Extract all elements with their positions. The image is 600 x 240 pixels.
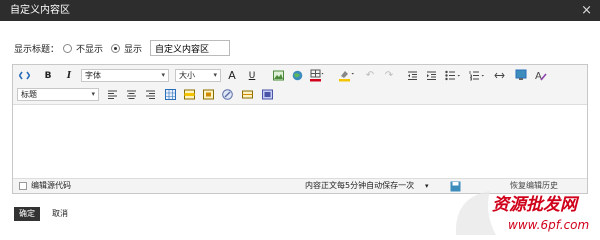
bold-button[interactable]: B [43, 69, 53, 83]
numbered-list-icon[interactable] [469, 70, 487, 81]
preview-icon[interactable] [515, 69, 527, 81]
font-color-a-icon[interactable]: A [227, 69, 237, 83]
rich-text-editor: B I 字体 ▾ 大小 ▾ A U ↶ ↷ A 标题 ▾ 编辑源代码 内容正文每… [12, 64, 588, 194]
editor-toolbar: B I 字体 ▾ 大小 ▾ A U ↶ ↷ A 标题 ▾ [13, 65, 587, 105]
bullet-list-icon[interactable] [445, 70, 463, 81]
close-icon[interactable]: × [581, 0, 592, 21]
title-input[interactable] [150, 40, 231, 56]
svg-text:www.6pf.com: www.6pf.com [508, 218, 589, 232]
link-icon[interactable] [222, 89, 233, 100]
redo-icon[interactable]: ↷ [384, 69, 394, 83]
radio-show-label: 显示 [124, 44, 143, 55]
template-icon[interactable] [262, 89, 273, 100]
autosave-arrow-icon: ▾ [425, 182, 429, 190]
table-icon[interactable] [165, 89, 176, 100]
highlight-color-icon[interactable] [339, 69, 355, 82]
globe-icon[interactable] [292, 70, 303, 81]
insert-row-icon[interactable] [184, 89, 195, 100]
font-family-select[interactable]: 字体 ▾ [81, 69, 169, 82]
font-size-select[interactable]: 大小 ▾ [175, 69, 221, 82]
site-watermark: 资源批发网 www.6pf.com [455, 191, 589, 235]
editor-content-area[interactable] [13, 106, 587, 178]
indent-icon[interactable] [426, 70, 437, 81]
display-title-row: 显示标题： 不显示 显示 [14, 40, 231, 56]
chevron-down-icon: ▾ [213, 71, 217, 79]
radio-hide-label: 不显示 [76, 44, 104, 55]
edit-source-checkbox[interactable] [19, 182, 27, 190]
display-title-label: 显示标题： [14, 44, 60, 55]
clear-format-icon[interactable]: A [535, 69, 547, 81]
outdent-icon[interactable] [407, 70, 418, 81]
merge-cells-icon[interactable] [203, 89, 214, 100]
heading-select[interactable]: 标题 ▾ [17, 88, 99, 101]
edit-source-label: 编辑源代码 [31, 181, 71, 190]
insert-media-icon[interactable] [242, 89, 253, 100]
dialog-title: 自定义内容区 [10, 5, 70, 16]
horizontal-rule-icon[interactable] [494, 70, 505, 81]
svg-text:资源批发网: 资源批发网 [492, 195, 580, 215]
radio-hide[interactable] [63, 43, 73, 53]
heading-value: 标题 [21, 90, 37, 99]
underline-button[interactable]: U [247, 69, 257, 83]
chevron-down-icon: ▾ [91, 90, 95, 98]
italic-button[interactable]: I [64, 69, 74, 83]
cancel-button[interactable]: 取消 [52, 207, 68, 221]
align-left-icon[interactable] [107, 89, 118, 100]
ok-button[interactable]: 确定 [14, 207, 40, 221]
image-icon[interactable] [273, 70, 284, 81]
undo-icon[interactable]: ↶ [365, 69, 375, 83]
align-right-icon[interactable] [145, 89, 156, 100]
align-center-icon[interactable] [126, 89, 137, 100]
font-size-value: 大小 [179, 71, 195, 80]
radio-show[interactable] [111, 43, 121, 53]
autosave-notice: 内容正文每5分钟自动保存一次 [305, 181, 415, 190]
chevron-down-icon: ▾ [161, 71, 165, 79]
source-code-icon[interactable] [19, 70, 30, 81]
font-family-value: 字体 [85, 71, 101, 80]
dialog-titlebar: 自定义内容区 × [0, 0, 600, 21]
table-color-icon[interactable] [310, 69, 324, 82]
